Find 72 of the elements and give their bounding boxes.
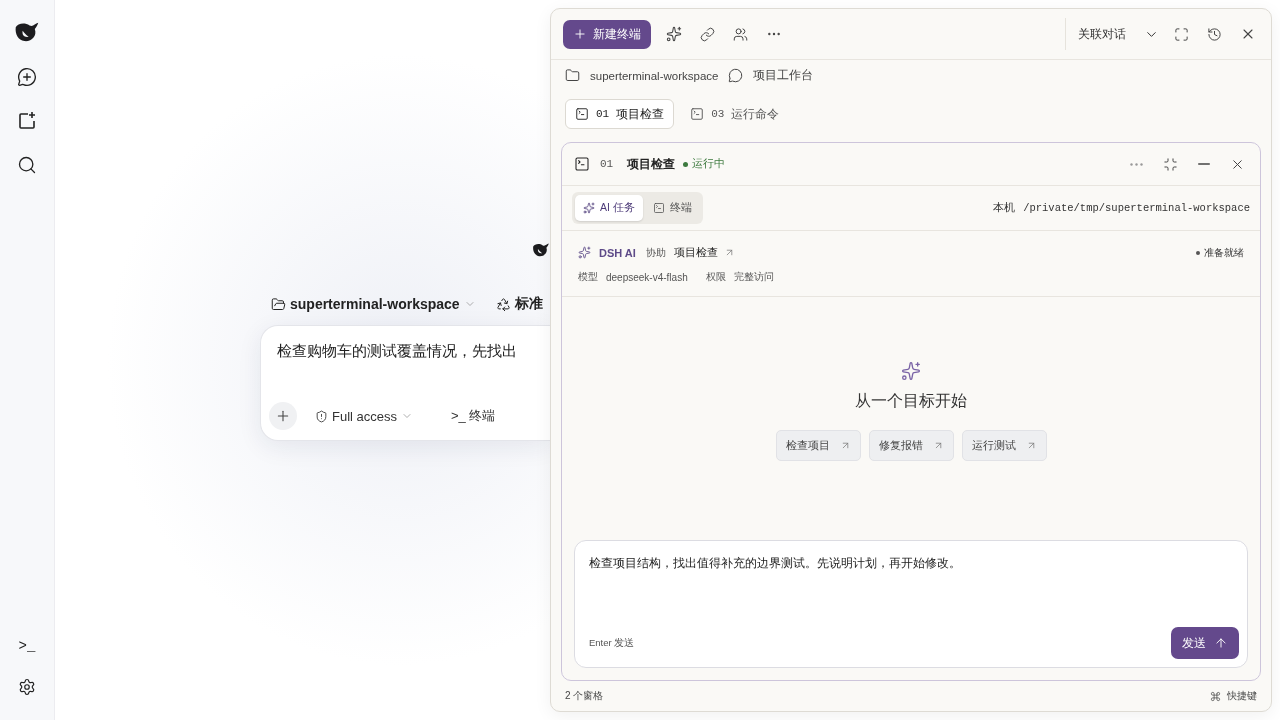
message-text: 检查项目结构，找出值得补充的边界测试。先说明计划，再开始修改。 bbox=[589, 555, 962, 572]
message-field[interactable]: 检查项目结构，找出值得补充的边界测试。先说明计划，再开始修改。 Enter 发送 发送 bbox=[574, 540, 1248, 668]
location-label: 本机 bbox=[993, 201, 1016, 215]
chat-plus-icon bbox=[17, 66, 37, 87]
terminal-icon bbox=[575, 107, 589, 121]
empty-title: 从一个目标开始 bbox=[855, 391, 967, 411]
path-text: /private/tmp/superterminal-workspace bbox=[1023, 202, 1250, 214]
search-button[interactable] bbox=[17, 154, 37, 175]
folder-picker[interactable]: superterminal-workspace bbox=[271, 296, 476, 313]
link-icon bbox=[700, 26, 715, 42]
chat-icon bbox=[728, 68, 744, 83]
cycle-icon bbox=[495, 296, 511, 312]
new-project-button[interactable] bbox=[17, 110, 37, 131]
sparkles-icon bbox=[578, 246, 591, 259]
mode-tab[interactable]: 终端 bbox=[644, 195, 700, 221]
minimize-button[interactable] bbox=[1195, 163, 1213, 165]
prompt-field[interactable]: 检查购物车的测试覆盖情况，先找出 Full access >_ 终端 bbox=[260, 325, 550, 442]
terminal-button[interactable]: >_ bbox=[18, 638, 36, 654]
role-label: 协助 bbox=[645, 245, 666, 260]
model-label: 模型 bbox=[578, 270, 598, 284]
mode-picker[interactable]: 标准 bbox=[495, 295, 543, 314]
workspace-breadcrumb[interactable]: 项目工作台 bbox=[753, 68, 814, 83]
history-icon bbox=[1207, 26, 1222, 42]
pane-title: 项目检查 bbox=[627, 155, 676, 173]
expand-icon bbox=[1174, 26, 1189, 42]
shortcuts-button[interactable]: 快捷键 bbox=[1210, 689, 1257, 703]
access-dropdown[interactable]: Full access bbox=[309, 408, 420, 424]
terminal-tab[interactable]: 03 运行命令 bbox=[680, 99, 790, 129]
command-icon bbox=[1210, 690, 1221, 702]
more-icon bbox=[1130, 162, 1143, 166]
add-button[interactable] bbox=[269, 402, 297, 431]
shield-icon bbox=[315, 409, 328, 423]
folder-icon bbox=[271, 296, 286, 312]
settings-icon bbox=[18, 678, 36, 696]
folder-icon bbox=[565, 68, 580, 83]
sparkles-icon bbox=[901, 361, 921, 381]
send-hint: Enter 发送 bbox=[589, 636, 635, 650]
link-button[interactable] bbox=[697, 26, 718, 42]
permission-label: 权限 bbox=[705, 270, 726, 284]
suggestion-chip[interactable]: 修复报错 bbox=[868, 430, 954, 461]
suggestion-chip[interactable]: 运行测试 bbox=[961, 430, 1047, 461]
pane-count: 2 个窗格 bbox=[565, 689, 604, 703]
pane-number: 01 bbox=[600, 158, 614, 170]
linked-dialog-dropdown[interactable]: 关联对话 bbox=[1078, 25, 1159, 43]
suggestion-chip[interactable]: 检查项目 bbox=[775, 430, 861, 461]
terminal-icon bbox=[652, 202, 665, 214]
terminal-icon bbox=[690, 107, 705, 121]
terminal-tab[interactable]: 01 项目检查 bbox=[565, 99, 675, 129]
terminal-icon bbox=[574, 156, 590, 172]
folder-breadcrumb[interactable]: superterminal-workspace bbox=[590, 69, 719, 82]
sparkles-icon bbox=[666, 26, 682, 42]
model-name: deepseek-v4-flash bbox=[606, 271, 688, 283]
status-label: 运行中 bbox=[692, 157, 726, 171]
new-terminal-button[interactable]: 新建终端 bbox=[563, 19, 651, 49]
search-icon bbox=[17, 154, 37, 175]
shrink-icon bbox=[1163, 156, 1178, 172]
mode-tab[interactable]: AI 任务 bbox=[575, 195, 643, 221]
status-label: 准备就绪 bbox=[1204, 245, 1244, 260]
settings-button[interactable] bbox=[18, 678, 36, 696]
minus-icon bbox=[1198, 163, 1210, 165]
agent-name: DSH AI bbox=[599, 246, 636, 259]
terminal-button[interactable]: >_ 终端 bbox=[445, 407, 502, 426]
permission-value: 完整访问 bbox=[733, 270, 774, 284]
arrow-up-icon bbox=[1214, 636, 1228, 650]
plus-icon bbox=[573, 27, 587, 41]
send-button[interactable]: 发送 bbox=[1171, 627, 1239, 659]
square-plus-icon bbox=[17, 110, 37, 131]
sparkles-icon bbox=[583, 202, 595, 214]
task-link[interactable]: 项目检查 bbox=[673, 245, 735, 260]
users-icon bbox=[733, 26, 748, 42]
prompt-text: 检查购物车的测试覆盖情况，先找出 bbox=[277, 342, 518, 362]
new-chat-button[interactable] bbox=[17, 66, 37, 87]
